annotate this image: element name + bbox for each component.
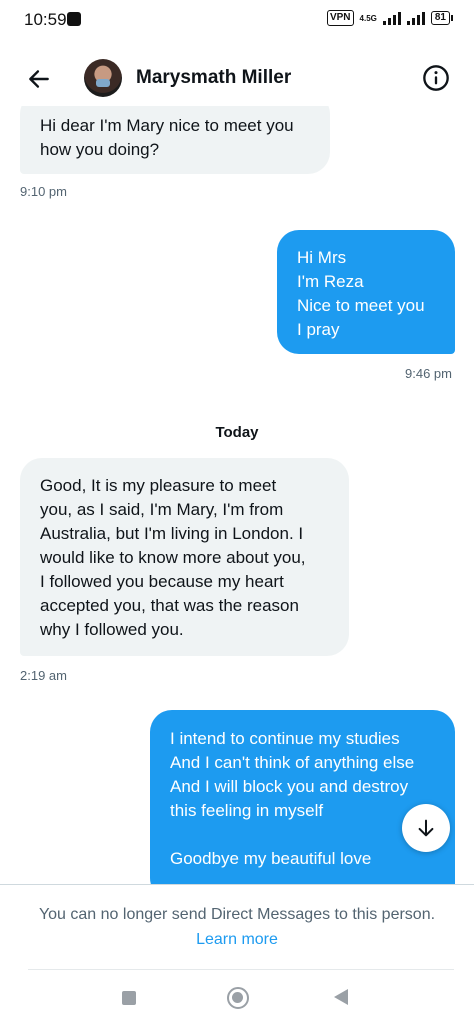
learn-more-link[interactable]: Learn more [0, 931, 474, 949]
status-bar: 10:59 VPN 4.5G 81 [0, 0, 474, 42]
home-icon[interactable] [227, 987, 249, 1009]
avatar[interactable] [84, 59, 122, 97]
message-list[interactable]: Hi dear I'm Mary nice to meet you how yo… [0, 106, 474, 884]
message-bubble-outgoing[interactable]: I intend to continue my studies And I ca… [150, 710, 455, 884]
notification-icon [67, 12, 81, 26]
message-timestamp: 9:10 pm [20, 184, 67, 199]
network-type: 4.5G [360, 14, 377, 23]
scroll-to-bottom-button[interactable] [402, 804, 450, 852]
date-separator: Today [215, 424, 259, 441]
system-nav-bar [0, 978, 474, 1026]
battery-icon: 81 [430, 11, 454, 25]
message-bubble-incoming[interactable]: Hi dear I'm Mary nice to meet you how yo… [20, 106, 330, 174]
info-circle-icon [423, 65, 449, 91]
vpn-icon: VPN [326, 10, 354, 26]
message-timestamp: 9:46 pm [405, 366, 452, 381]
arrow-left-icon [29, 70, 49, 88]
back-triangle-icon[interactable] [334, 989, 348, 1005]
message-bubble-incoming[interactable]: Good, It is my pleasure to meet you, as … [20, 458, 349, 656]
message-text: Good, It is my pleasure to meet you, as … [40, 476, 306, 639]
info-button[interactable] [422, 64, 450, 92]
divider [0, 884, 474, 885]
status-time: 10:59 [24, 10, 67, 29]
message-timestamp: 2:19 am [20, 668, 67, 683]
message-bubble-outgoing[interactable]: Hi Mrs I'm Reza Nice to meet you I pray [277, 230, 455, 354]
status-indicators: VPN 4.5G 81 [326, 10, 454, 26]
conversation-header: Marysmath Miller [0, 50, 474, 106]
message-text: Hi Mrs I'm Reza Nice to meet you I pray [297, 248, 425, 339]
divider [28, 969, 454, 970]
message-text: Hi dear I'm Mary nice to meet you how yo… [40, 116, 294, 159]
contact-name[interactable]: Marysmath Miller [136, 67, 291, 89]
back-button[interactable] [22, 62, 56, 96]
arrow-down-icon [418, 819, 434, 837]
signal-strength-icon [382, 11, 401, 25]
network-label: 4.5G [359, 13, 377, 23]
message-text: I intend to continue my studies And I ca… [170, 729, 415, 868]
signal-strength-icon-2 [406, 11, 425, 25]
recent-apps-icon[interactable] [122, 991, 136, 1005]
dm-disabled-notice: You can no longer send Direct Messages t… [38, 906, 436, 923]
